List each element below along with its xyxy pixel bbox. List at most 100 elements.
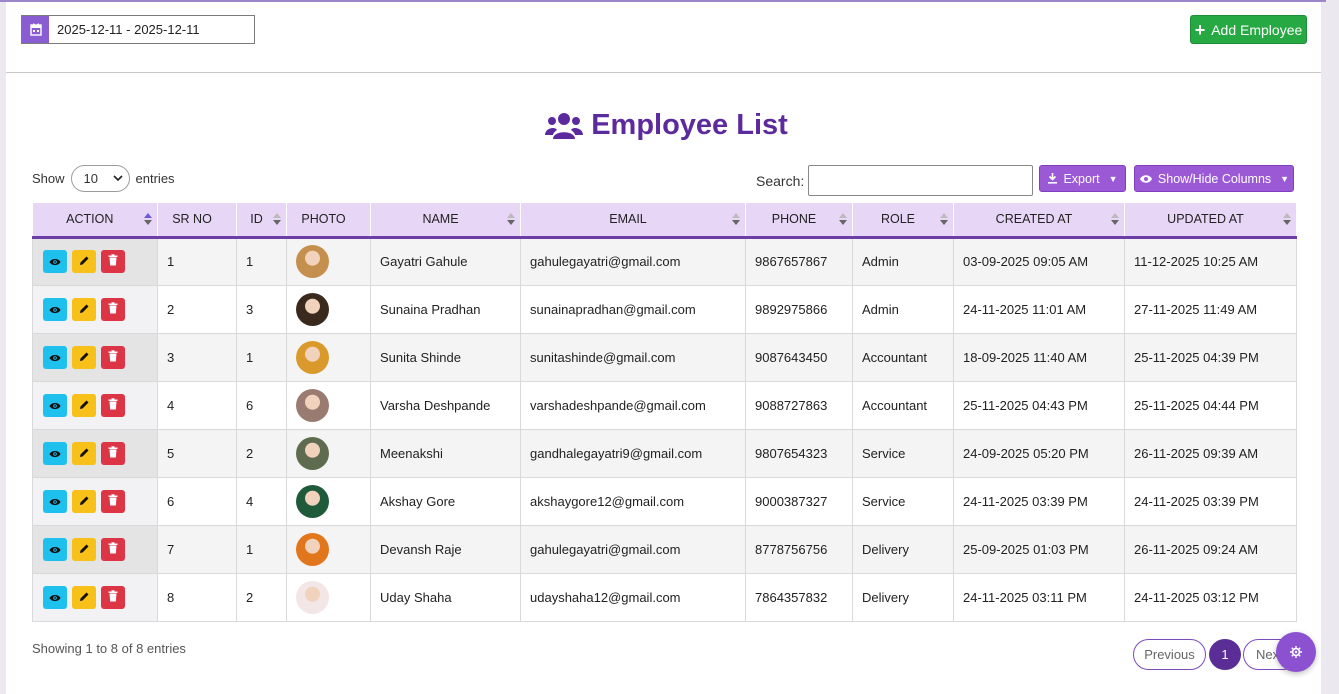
avatar — [296, 484, 329, 518]
table-row: 7 1 Devansh Raje gahulegayatri@gmail.com 877… — [32, 525, 1297, 574]
delete-button[interactable] — [101, 345, 125, 369]
sort-icon — [732, 213, 740, 225]
edit-button[interactable] — [72, 345, 96, 369]
view-button[interactable] — [43, 537, 67, 561]
action-cell — [32, 429, 158, 478]
view-button[interactable] — [43, 250, 67, 273]
settings-fab-button[interactable] — [1276, 632, 1316, 672]
edit-button[interactable] — [72, 297, 96, 321]
name-cell: Sunaina Pradhan — [370, 285, 521, 334]
delete-button[interactable] — [101, 537, 125, 561]
sort-icon — [1283, 213, 1291, 225]
delete-button[interactable] — [101, 297, 125, 321]
email-cell: gahulegayatri@gmail.com — [520, 525, 746, 574]
previous-page-button[interactable]: Previous — [1133, 639, 1206, 670]
trash-icon — [108, 254, 118, 269]
page-length-control: Show 10 entries — [32, 165, 175, 192]
eye-icon — [49, 398, 61, 413]
updated-cell: 26-11-2025 09:24 AM — [1124, 525, 1297, 574]
page-title: Employee List — [0, 109, 1333, 142]
role-cell: Accountant — [852, 381, 954, 430]
sort-icon — [1111, 213, 1119, 225]
view-button[interactable] — [43, 345, 67, 369]
search-input[interactable] — [808, 165, 1034, 196]
created-cell: 24-11-2025 03:39 PM — [953, 477, 1125, 526]
delete-button[interactable] — [101, 250, 125, 273]
created-cell: 03-09-2025 09:05 AM — [953, 237, 1125, 286]
name-cell: Gayatri Gahule — [370, 237, 521, 286]
pencil-icon — [79, 542, 90, 557]
photo-cell — [286, 429, 371, 478]
edit-button[interactable] — [72, 585, 96, 609]
edit-button[interactable] — [72, 441, 96, 465]
add-employee-button[interactable]: + Add Employee — [1190, 15, 1307, 44]
view-button[interactable] — [43, 297, 67, 321]
edit-button[interactable] — [72, 489, 96, 513]
export-button[interactable]: Export ▼ — [1039, 165, 1126, 192]
show-label: Show — [32, 171, 65, 186]
column-header-sr-no[interactable]: SR NO — [157, 203, 237, 239]
page-length-select[interactable]: 10 — [70, 165, 130, 192]
edit-button[interactable] — [72, 537, 96, 561]
page-scrollbar[interactable] — [1326, 0, 1339, 694]
view-button[interactable] — [43, 585, 67, 609]
trash-icon — [108, 493, 118, 509]
action-buttons — [42, 489, 157, 513]
pencil-icon — [79, 590, 90, 605]
delete-button[interactable] — [101, 441, 125, 465]
edit-button[interactable] — [72, 250, 96, 273]
pencil-icon — [79, 350, 90, 365]
avatar — [296, 340, 329, 374]
name-cell: Meenakshi — [370, 429, 521, 478]
column-header-name[interactable]: NAME — [370, 203, 521, 239]
column-header-updated-at[interactable]: UPDATED AT — [1124, 203, 1297, 239]
view-button[interactable] — [43, 489, 67, 513]
table-row: 5 2 Meenakshi gandhalegayatri9@gmail.com 980… — [32, 429, 1297, 478]
phone-cell: 8778756756 — [745, 525, 853, 574]
updated-cell: 24-11-2025 03:12 PM — [1124, 573, 1297, 622]
trash-icon — [108, 349, 118, 365]
add-employee-label: Add Employee — [1211, 21, 1303, 38]
entries-label: entries — [135, 171, 175, 186]
view-button[interactable] — [43, 393, 67, 417]
page-1-button[interactable]: 1 — [1209, 639, 1241, 670]
table-row: 3 1 Sunita Shinde sunitashinde@gmail.com 908… — [32, 333, 1297, 382]
column-header-photo[interactable]: PHOTO — [286, 203, 371, 239]
photo-cell — [286, 333, 371, 382]
column-header-email[interactable]: EMAIL — [520, 203, 746, 239]
role-cell: Admin — [852, 237, 954, 286]
sr-cell: 7 — [157, 525, 237, 574]
date-range-picker[interactable]: 2025-12-11 - 2025-12-11 — [21, 15, 255, 44]
id-cell: 2 — [236, 429, 287, 478]
column-header-created-at[interactable]: CREATED AT — [953, 203, 1125, 239]
updated-cell: 24-11-2025 03:39 PM — [1124, 477, 1297, 526]
view-button[interactable] — [43, 441, 67, 465]
sort-icon — [940, 213, 948, 225]
column-header-action[interactable]: ACTION — [32, 203, 158, 239]
column-header-id[interactable]: ID — [236, 203, 287, 239]
delete-button[interactable] — [101, 489, 125, 513]
column-header-role[interactable]: ROLE — [852, 203, 954, 239]
users-icon — [545, 112, 584, 139]
eye-icon — [1139, 174, 1152, 183]
phone-cell: 9000387327 — [745, 477, 853, 526]
action-buttons — [42, 441, 157, 465]
sr-cell: 3 — [157, 333, 237, 382]
created-cell: 24-11-2025 11:01 AM — [953, 285, 1125, 334]
calendar-icon — [22, 16, 49, 43]
delete-button[interactable] — [101, 393, 125, 417]
chevron-down-icon — [112, 175, 123, 182]
show-hide-columns-button[interactable]: Show/Hide Columns ▼ — [1134, 165, 1294, 192]
email-cell: sunainapradhan@gmail.com — [520, 285, 746, 334]
sort-icon — [144, 213, 152, 225]
avatar — [296, 436, 329, 470]
id-cell: 1 — [236, 333, 287, 382]
table-row: 2 3 Sunaina Pradhan sunainapradhan@gmail.co… — [32, 285, 1297, 334]
delete-button[interactable] — [101, 585, 125, 609]
column-header-phone[interactable]: PHONE — [745, 203, 853, 239]
action-buttons — [42, 537, 157, 561]
edit-button[interactable] — [72, 393, 96, 417]
role-cell: Accountant — [852, 333, 954, 382]
pencil-icon — [79, 494, 90, 509]
title-text: Employee List — [591, 109, 788, 141]
